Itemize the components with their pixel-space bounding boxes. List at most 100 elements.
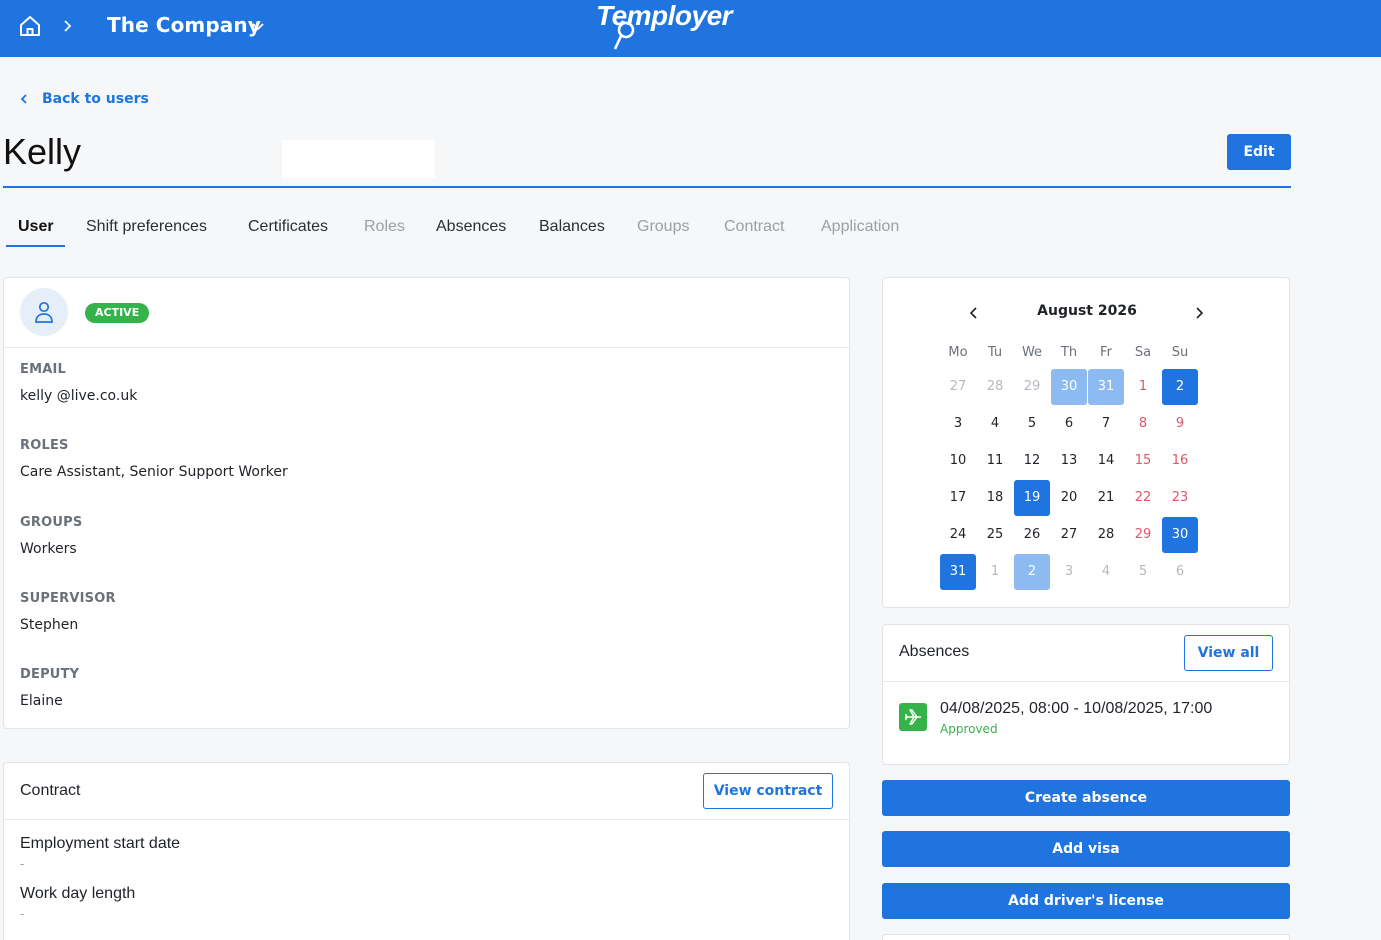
calendar-day[interactable]: 6	[1162, 554, 1198, 590]
calendar-month-label: August 2026	[1037, 303, 1137, 319]
field-value: kelly @live.co.uk	[20, 388, 138, 404]
tab-absences[interactable]: Absences	[436, 218, 506, 236]
chevron-right-icon	[64, 20, 72, 32]
view-all-absences-button[interactable]: View all	[1184, 635, 1273, 671]
calendar-day[interactable]: 13	[1051, 443, 1087, 479]
calendar-day[interactable]: 30	[1162, 517, 1198, 553]
absences-card-header: Absences View all	[883, 625, 1289, 682]
calendar-day[interactable]: 12	[1014, 443, 1050, 479]
field-label: EMAIL	[20, 362, 66, 377]
tab-certificates[interactable]: Certificates	[248, 218, 328, 236]
user-details-card: ACTIVE EMAIL kelly @live.co.uk ROLES Car…	[3, 277, 850, 729]
add-visa-button[interactable]: Add visa	[882, 831, 1290, 867]
calendar-day[interactable]: 29	[1125, 517, 1161, 553]
calendar-day[interactable]: 4	[1088, 554, 1124, 590]
calendar-day[interactable]: 14	[1088, 443, 1124, 479]
calendar-day[interactable]: 20	[1051, 480, 1087, 516]
avatar	[20, 288, 68, 336]
calendar-day[interactable]: 30	[1051, 369, 1087, 405]
calendar-day[interactable]: 15	[1125, 443, 1161, 479]
calendar-day[interactable]: 31	[940, 554, 976, 590]
title-divider	[3, 186, 1291, 188]
tab-shift-preferences[interactable]: Shift preferences	[86, 218, 207, 236]
calendar-day[interactable]: 17	[940, 480, 976, 516]
top-bar: The Company Temployer	[0, 0, 1381, 57]
email-field: EMAIL kelly @live.co.uk	[20, 362, 137, 404]
add-drivers-license-button[interactable]: Add driver's license	[882, 883, 1290, 919]
work-day-length-field: Work day length -	[20, 885, 135, 921]
next-card	[882, 934, 1290, 940]
calendar-day[interactable]: 24	[940, 517, 976, 553]
calendar-day[interactable]: 1	[1125, 369, 1161, 405]
tab-contract[interactable]: Contract	[724, 218, 784, 236]
calendar-day[interactable]: 3	[940, 406, 976, 442]
calendar-day[interactable]: 3	[1051, 554, 1087, 590]
weekday-label: Mo	[948, 345, 968, 360]
contract-card: Contract View contract Employment start …	[3, 762, 850, 940]
calendar-day[interactable]: 31	[1088, 369, 1124, 405]
chevron-right-icon[interactable]	[1192, 306, 1206, 320]
calendar-day[interactable]: 19	[1014, 480, 1050, 516]
chevron-down-icon[interactable]	[250, 18, 266, 34]
field-value: -	[20, 857, 25, 871]
edit-button[interactable]: Edit	[1227, 134, 1291, 170]
field-value: -	[20, 907, 25, 921]
tab-application[interactable]: Application	[821, 218, 899, 236]
chevron-left-icon	[20, 94, 27, 104]
calendar-day[interactable]: 27	[1051, 517, 1087, 553]
weekday-label: Fr	[1100, 345, 1112, 360]
calendar-day[interactable]: 26	[1014, 517, 1050, 553]
tab-roles[interactable]: Roles	[364, 218, 405, 236]
calendar-day[interactable]: 6	[1051, 406, 1087, 442]
calendar-day[interactable]: 10	[940, 443, 976, 479]
plane-icon	[899, 703, 927, 731]
view-contract-button[interactable]: View contract	[703, 773, 833, 809]
calendar-day[interactable]: 9	[1162, 406, 1198, 442]
company-name[interactable]: The Company	[107, 13, 261, 37]
calendar-day[interactable]: 21	[1088, 480, 1124, 516]
calendar-day[interactable]: 28	[1088, 517, 1124, 553]
calendar-day[interactable]: 7	[1088, 406, 1124, 442]
tab-groups[interactable]: Groups	[637, 218, 689, 236]
contract-title: Contract	[20, 782, 81, 799]
calendar-day[interactable]: 28	[977, 369, 1013, 405]
temployer-logo: Temployer	[594, 0, 733, 54]
back-label: Back to users	[42, 91, 149, 107]
calendar-day[interactable]: 1	[977, 554, 1013, 590]
redacted-name	[282, 140, 435, 178]
weekday-label: We	[1021, 345, 1043, 360]
calendar-day[interactable]: 22	[1125, 480, 1161, 516]
calendar-day[interactable]: 29	[1014, 369, 1050, 405]
field-value: Care Assistant, Senior Support Worker	[20, 464, 288, 480]
user-card-header: ACTIVE	[4, 278, 849, 348]
create-absence-button[interactable]: Create absence	[882, 780, 1290, 816]
page-title: Kelly	[3, 131, 82, 172]
calendar-day[interactable]: 2	[1162, 369, 1198, 405]
weekday-label: Th	[1060, 345, 1078, 360]
calendar-day[interactable]: 5	[1125, 554, 1161, 590]
calendar-day[interactable]: 18	[977, 480, 1013, 516]
calendar-day[interactable]: 27	[940, 369, 976, 405]
calendar-day[interactable]: 5	[1014, 406, 1050, 442]
weekday-label: Tu	[987, 345, 1003, 360]
tab-balances[interactable]: Balances	[539, 218, 605, 236]
user-icon	[35, 301, 53, 323]
calendar-day[interactable]: 4	[977, 406, 1013, 442]
back-to-users-link[interactable]: Back to users	[18, 89, 149, 109]
calendar-day[interactable]: 2	[1014, 554, 1050, 590]
calendar-day[interactable]: 8	[1125, 406, 1161, 442]
groups-field: GROUPS Workers	[20, 515, 82, 557]
absence-date-range[interactable]: 04/08/2025, 08:00 - 10/08/2025, 17:00	[940, 700, 1212, 718]
field-label: ROLES	[20, 438, 69, 453]
tab-user[interactable]: User	[18, 218, 54, 236]
employment-start-field: Employment start date -	[20, 835, 180, 871]
calendar-day[interactable]: 16	[1162, 443, 1198, 479]
field-value: Workers	[20, 541, 77, 557]
calendar-day[interactable]: 25	[977, 517, 1013, 553]
roles-field: ROLES Care Assistant, Senior Support Wor…	[20, 438, 288, 480]
home-icon[interactable]	[18, 14, 42, 38]
calendar-day[interactable]: 23	[1162, 480, 1198, 516]
calendar-day[interactable]: 11	[977, 443, 1013, 479]
deputy-field: DEPUTY Elaine	[20, 667, 79, 709]
contract-card-header: Contract View contract	[4, 763, 849, 820]
